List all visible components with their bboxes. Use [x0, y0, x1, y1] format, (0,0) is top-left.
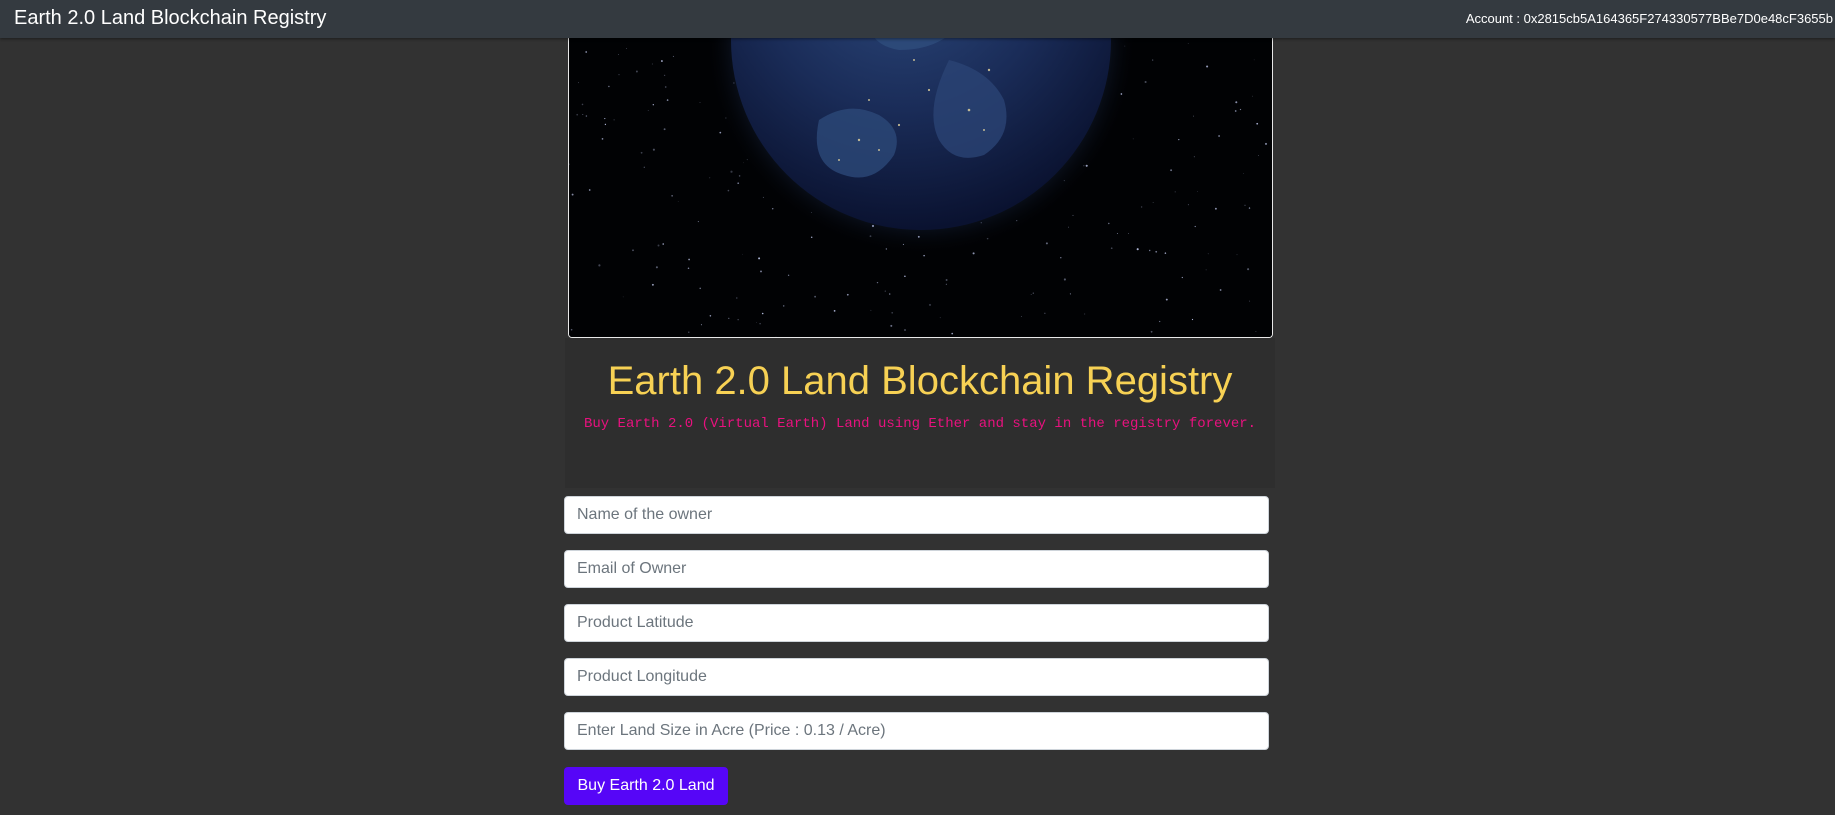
earth-hero-image: [568, 0, 1273, 338]
navbar-brand[interactable]: Earth 2.0 Land Blockchain Registry: [14, 7, 326, 29]
land-size-input[interactable]: [564, 712, 1269, 750]
page-subtitle: Buy Earth 2.0 (Virtual Earth) Land using…: [583, 416, 1257, 432]
longitude-input[interactable]: [564, 658, 1269, 696]
top-navbar: Earth 2.0 Land Blockchain Registry Accou…: [0, 0, 1835, 38]
owner-email-input[interactable]: [564, 550, 1269, 588]
owner-name-input[interactable]: [564, 496, 1269, 534]
latitude-input[interactable]: [564, 604, 1269, 642]
page-title: Earth 2.0 Land Blockchain Registry: [607, 359, 1233, 403]
account-address: Account : 0x2815cb5A164365F274330577BBe7…: [1465, 11, 1833, 26]
buy-land-button[interactable]: Buy Earth 2.0 Land: [564, 767, 728, 805]
jumbotron: Earth 2.0 Land Blockchain Registry Buy E…: [565, 338, 1275, 488]
